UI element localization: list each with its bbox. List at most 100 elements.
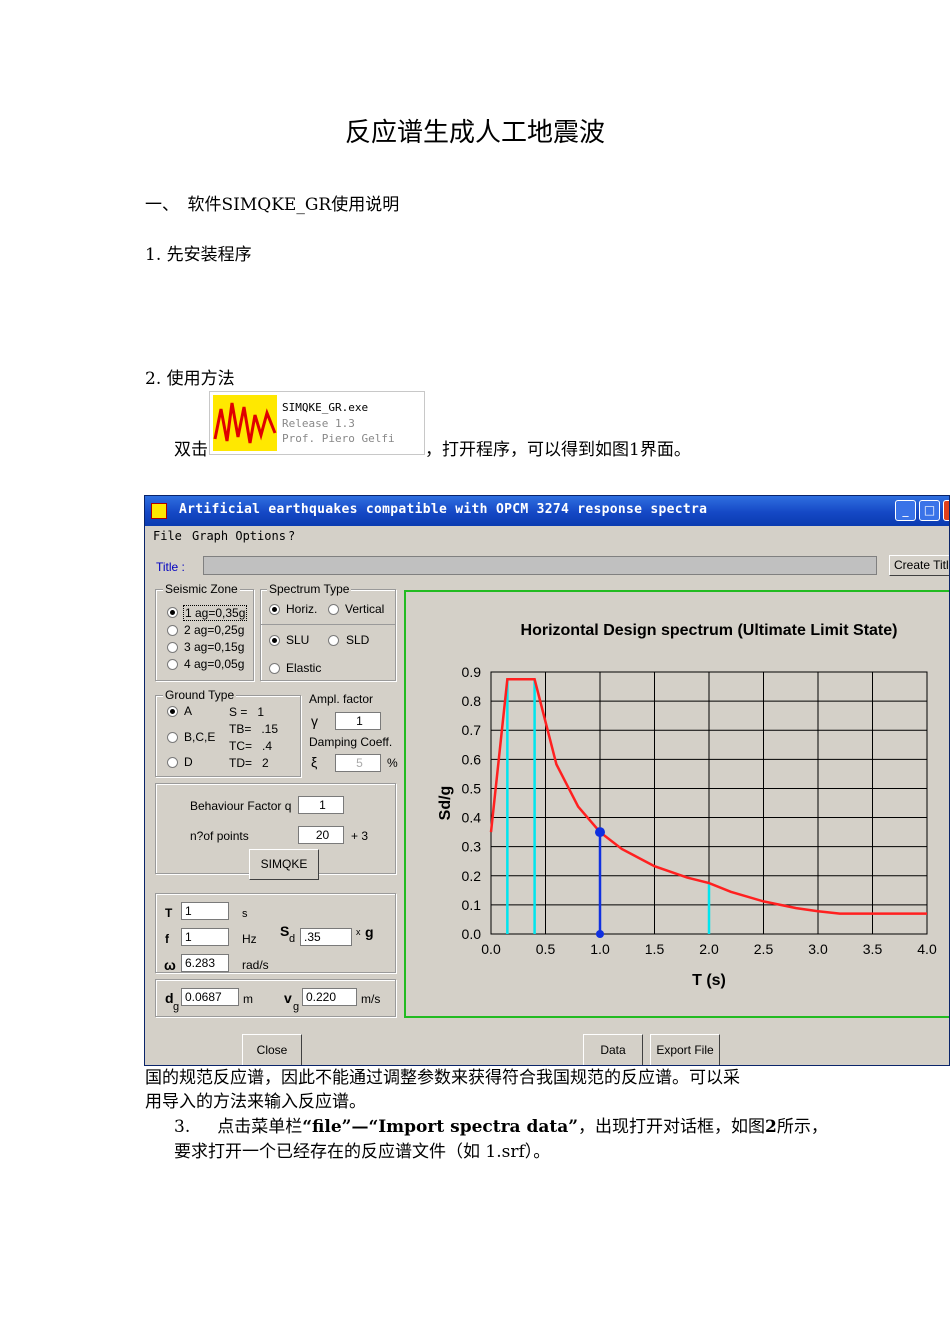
maximize-button[interactable]: □ — [919, 500, 940, 521]
step-3-text-c: ，出现打开对话框，如图 — [578, 1117, 766, 1137]
behaviour-factor-label: Behaviour Factor q — [190, 799, 292, 813]
elastic-label: Elastic — [286, 661, 322, 675]
open-program-text: ，打开程序，可以得到如图1界面。 — [425, 440, 691, 460]
vg-input[interactable]: 0.220 — [302, 988, 357, 1006]
close-window-button[interactable]: × — [943, 500, 949, 521]
step-3-number: 3. — [174, 1117, 191, 1137]
menu-bar: File Graph Options ? — [145, 526, 949, 546]
zone-2-label: 2 ag=0,25g — [184, 623, 245, 637]
f-label: f — [165, 932, 169, 946]
damping-input[interactable]: 5 — [335, 754, 381, 772]
horiz-radio[interactable] — [269, 604, 280, 615]
y-tick-label: 0.4 — [462, 810, 482, 826]
menu-help[interactable]: ? — [288, 529, 295, 543]
double-click-text: 双击 — [174, 440, 208, 460]
behaviour-factor-input[interactable]: 1 — [298, 796, 344, 814]
x-tick-label: 1.0 — [590, 941, 610, 957]
current-point-marker — [595, 827, 605, 838]
vertical-radio[interactable] — [328, 604, 339, 615]
chart-frame: 0.0 0.5 1.0 1.5 2.0 2.5 3.0 3.5 4.0 0.0 0.1 0.2 0.3 0… — [404, 590, 949, 1018]
omega-unit: rad/s — [242, 958, 269, 972]
ground-a-label: A — [184, 704, 193, 718]
npoints-input[interactable]: 20 — [298, 826, 344, 844]
zone-3-radio[interactable] — [167, 642, 178, 653]
omega-input[interactable]: 6.283 — [181, 954, 229, 972]
sd-subscript: d — [289, 933, 296, 945]
title-label: Title : — [156, 560, 185, 574]
title-bar: Artificial earthquakes compatible with O… — [145, 496, 949, 526]
omega-label: ω — [164, 957, 176, 973]
x-tick-label: 3.5 — [863, 941, 883, 957]
ground-a-radio[interactable] — [167, 706, 178, 717]
exe-name: SIMQKE_GR.exe — [282, 401, 369, 414]
spectrum-chart: 0.0 0.5 1.0 1.5 2.0 2.5 3.0 3.5 4.0 0.0 0.1 0.2 0.3 0… — [437, 622, 937, 989]
elastic-radio[interactable] — [269, 663, 280, 674]
sd-times: x — [356, 927, 361, 937]
create-title-button[interactable]: Create Title — [889, 555, 949, 576]
close-button[interactable]: Close — [242, 1034, 302, 1065]
dg-subscript: g — [173, 1001, 180, 1013]
xi-symbol: ξ — [311, 754, 318, 770]
x-tick-label: 2.5 — [754, 941, 774, 957]
title-input[interactable] — [203, 556, 877, 575]
exe-author: Prof. Piero Gelfi — [282, 432, 395, 445]
slu-radio[interactable] — [269, 635, 280, 646]
y-tick-label: 0.5 — [462, 780, 482, 796]
ground-bce-radio[interactable] — [167, 732, 178, 743]
zone-3-label: 3 ag=0,15g — [184, 640, 245, 654]
seismic-zone-label: Seismic Zone — [163, 582, 240, 596]
ground-bce-label: B,C,E — [184, 730, 216, 744]
gamma-symbol: γ — [311, 713, 318, 729]
step-3-text-e: 所示， — [776, 1117, 828, 1137]
f-unit: Hz — [242, 932, 257, 946]
y-tick-label: 0.6 — [462, 751, 482, 767]
y-axis-label: Sd/g — [437, 786, 454, 821]
ampl-factor-input[interactable]: 1 — [335, 712, 381, 730]
y-tick-label: 0.3 — [462, 839, 482, 855]
chart-title: Horizontal Design spectrum (Ultimate Lim… — [521, 622, 898, 639]
sld-radio[interactable] — [328, 635, 339, 646]
x-tick-label: 1.5 — [645, 941, 665, 957]
zone-1-radio[interactable] — [167, 607, 178, 618]
sd-input[interactable]: .35 — [300, 928, 352, 946]
x-tick-label: 0.0 — [481, 941, 501, 957]
damping-label: Damping Coeff. — [309, 735, 393, 749]
horiz-label: Horiz. — [286, 602, 318, 616]
simqke-logo-icon — [213, 395, 277, 451]
npoints-label: n?of points — [190, 829, 249, 843]
exe-shortcut[interactable]: SIMQKE_GR.exe Release 1.3 Prof. Piero Ge… — [209, 391, 425, 455]
y-tick-label: 0.1 — [462, 897, 482, 913]
step-3-text-a: 点击菜单栏 — [217, 1117, 303, 1137]
ground-tc-value: TC= .4 — [229, 739, 273, 753]
simqke-button[interactable]: SIMQKE — [249, 849, 319, 880]
dg-input[interactable]: 0.0687 — [181, 988, 239, 1006]
minimize-button[interactable]: _ — [895, 500, 916, 521]
ground-tb-value: TB= .15 — [229, 722, 279, 736]
zone-2-radio[interactable] — [167, 625, 178, 636]
ground-td-value: TD= 2 — [229, 756, 269, 770]
step-1: 1. 先安装程序 — [145, 245, 252, 265]
sld-label: SLD — [346, 633, 370, 647]
menu-graph-options[interactable]: Graph Options — [192, 529, 286, 543]
data-button[interactable]: Data — [583, 1034, 643, 1065]
ground-s-value: S = 1 — [229, 705, 265, 719]
app-window: Artificial earthquakes compatible with O… — [144, 495, 950, 1066]
ampl-factor-label: Ampl. factor — [309, 692, 374, 706]
ground-d-radio[interactable] — [167, 757, 178, 768]
t-input[interactable]: 1 — [181, 902, 229, 920]
percent-label: % — [387, 756, 398, 770]
t-label: T — [165, 906, 173, 920]
x-tick-label: 0.5 — [536, 941, 556, 957]
menu-file[interactable]: File — [153, 529, 182, 543]
y-tick-label: 0.8 — [462, 693, 482, 709]
plus-three-label: + 3 — [351, 829, 369, 843]
slu-label: SLU — [286, 633, 310, 647]
zone-4-radio[interactable] — [167, 659, 178, 670]
step-3-menu-path: “file”—“Import spectra data” — [302, 1117, 579, 1137]
window-title: Artificial earthquakes compatible with O… — [179, 502, 708, 517]
export-file-button[interactable]: Export File — [650, 1034, 720, 1065]
f-input[interactable]: 1 — [181, 928, 229, 946]
x-tick-label: 3.0 — [808, 941, 828, 957]
ground-type-label: Ground Type — [163, 688, 237, 702]
app-icon — [151, 503, 167, 519]
